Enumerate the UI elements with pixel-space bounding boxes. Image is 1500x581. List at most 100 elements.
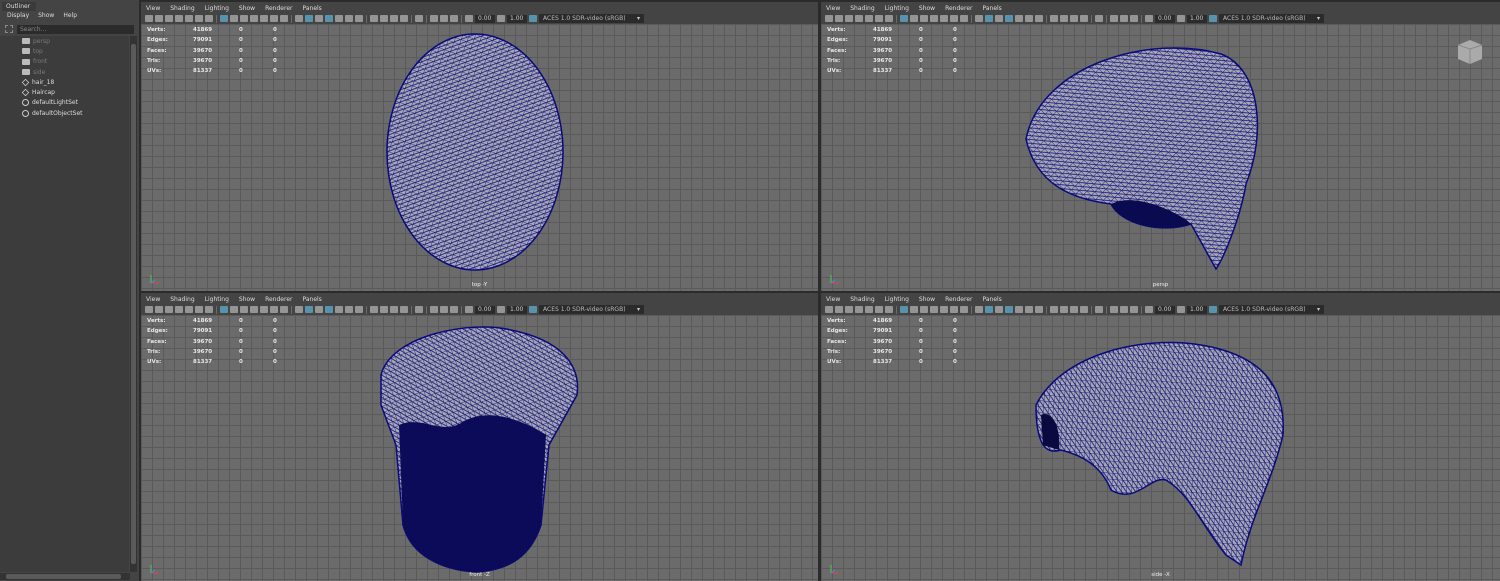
toolbar-button-icon[interactable] [315, 306, 323, 313]
toolbar-button-icon[interactable] [165, 15, 173, 22]
viewport-menu-shading[interactable]: Shading [170, 296, 194, 304]
toolbar-button-icon[interactable] [1070, 306, 1078, 313]
toolbar-button-icon[interactable] [1110, 306, 1118, 313]
toolbar-button-icon[interactable] [950, 15, 958, 22]
toolbar-button-icon[interactable] [1110, 15, 1118, 22]
toolbar-button-icon[interactable] [825, 306, 833, 313]
toolbar-button-icon[interactable] [390, 15, 398, 22]
toolbar-button-icon[interactable] [995, 306, 1003, 313]
gamma-field[interactable]: 1.00 [1187, 14, 1207, 23]
menu-help[interactable]: Help [63, 12, 77, 22]
exposure-field[interactable]: 0.00 [475, 14, 495, 23]
toolbar-button-icon[interactable] [400, 306, 408, 313]
toolbar-button-icon[interactable] [875, 306, 883, 313]
toolbar-button-icon[interactable] [145, 306, 153, 313]
outliner-item[interactable]: hair_18 [0, 77, 129, 87]
toolbar-button-icon[interactable] [415, 306, 423, 313]
toolbar-button-icon[interactable] [910, 306, 918, 313]
gamma-field[interactable]: 1.00 [507, 14, 527, 23]
toolbar-button-icon[interactable] [975, 306, 983, 313]
viewport-menu-shading[interactable]: Shading [170, 5, 194, 13]
viewport-menu-view[interactable]: View [146, 5, 160, 13]
toolbar-button-icon[interactable] [295, 15, 303, 22]
viewport-persp[interactable]: View Shading Lighting Show Renderer Panels 0.… [821, 2, 1500, 291]
exposure-field[interactable]: 0.00 [475, 305, 495, 314]
toolbar-button-icon[interactable] [885, 306, 893, 313]
toolbar-button-icon[interactable] [345, 306, 353, 313]
toolbar-button-icon[interactable] [930, 306, 938, 313]
viewport-canvas[interactable]: Verts: 41869 0 0 Edges: 79091 0 0 Faces: 39670 0 0 T… [821, 24, 1500, 291]
toolbar-button-icon[interactable] [240, 15, 248, 22]
toolbar-button-icon[interactable] [430, 15, 438, 22]
toolbar-button-icon[interactable] [1025, 15, 1033, 22]
toolbar-button-icon[interactable] [885, 15, 893, 22]
toolbar-button-icon[interactable] [1060, 15, 1068, 22]
toolbar-button-icon[interactable] [280, 306, 288, 313]
toolbar-button-icon[interactable] [845, 306, 853, 313]
toolbar-button-icon[interactable] [1095, 15, 1103, 22]
toolbar-button-icon[interactable] [1070, 15, 1078, 22]
toolbar-button-icon[interactable] [390, 306, 398, 313]
toolbar-button-icon[interactable] [1080, 306, 1088, 313]
toolbar-button-icon[interactable] [1130, 306, 1138, 313]
gamma-icon[interactable] [497, 15, 505, 22]
viewport-menu-lighting[interactable]: Lighting [205, 5, 229, 13]
toolbar-button-icon[interactable] [985, 306, 993, 313]
color-management-icon[interactable] [529, 15, 537, 22]
toolbar-button-icon[interactable] [415, 15, 423, 22]
toolbar-button-icon[interactable] [855, 15, 863, 22]
toolbar-button-icon[interactable] [165, 306, 173, 313]
gamma-field[interactable]: 1.00 [507, 305, 527, 314]
viewport-menu-panels[interactable]: Panels [302, 5, 321, 13]
toolbar-button-icon[interactable] [270, 306, 278, 313]
toolbar-button-icon[interactable] [185, 306, 193, 313]
toolbar-button-icon[interactable] [1120, 15, 1128, 22]
toolbar-button-icon[interactable] [465, 306, 473, 313]
toolbar-button-icon[interactable] [240, 306, 248, 313]
toolbar-button-icon[interactable] [875, 15, 883, 22]
viewport-menu-show[interactable]: Show [919, 5, 935, 13]
toolbar-button-icon[interactable] [1015, 15, 1023, 22]
toolbar-button-icon[interactable] [1095, 306, 1103, 313]
color-space-dropdown[interactable]: ACES 1.0 SDR-video (sRGB) ▾ [1219, 305, 1324, 314]
viewport-canvas[interactable]: Verts: 41869 0 0 Edges: 79091 0 0 Faces: 39670 0 0 T… [821, 315, 1500, 581]
viewport-menu-show[interactable]: Show [919, 296, 935, 304]
toolbar-button-icon[interactable] [835, 306, 843, 313]
toolbar-button-icon[interactable] [1035, 15, 1043, 22]
toolbar-button-icon[interactable] [835, 15, 843, 22]
viewport-menu-show[interactable]: Show [239, 296, 255, 304]
toolbar-button-icon[interactable] [1015, 306, 1023, 313]
toolbar-button-icon[interactable] [315, 15, 323, 22]
toolbar-button-icon[interactable] [430, 306, 438, 313]
viewport-menu-panels[interactable]: Panels [302, 296, 321, 304]
viewport-menu-renderer[interactable]: Renderer [945, 296, 972, 304]
toolbar-button-icon[interactable] [975, 15, 983, 22]
toolbar-button-icon[interactable] [1005, 15, 1013, 22]
toolbar-button-icon[interactable] [865, 306, 873, 313]
toolbar-button-icon[interactable] [900, 15, 908, 22]
outliner-item[interactable]: front [0, 57, 129, 67]
toolbar-button-icon[interactable] [450, 306, 458, 313]
viewport-canvas[interactable]: Verts: 41869 0 0 Edges: 79091 0 0 Faces: 39670 0 0 T… [141, 24, 818, 291]
toolbar-button-icon[interactable] [1080, 15, 1088, 22]
toolbar-button-icon[interactable] [295, 306, 303, 313]
toolbar-button-icon[interactable] [270, 15, 278, 22]
toolbar-button-icon[interactable] [370, 306, 378, 313]
toolbar-button-icon[interactable] [900, 306, 908, 313]
toolbar-button-icon[interactable] [305, 306, 313, 313]
toolbar-button-icon[interactable] [175, 306, 183, 313]
toolbar-button-icon[interactable] [865, 15, 873, 22]
viewport-menu-shading[interactable]: Shading [850, 296, 874, 304]
toolbar-button-icon[interactable] [400, 15, 408, 22]
toolbar-button-icon[interactable] [825, 15, 833, 22]
toolbar-button-icon[interactable] [355, 15, 363, 22]
gamma-icon[interactable] [1177, 15, 1185, 22]
color-management-icon[interactable] [1209, 306, 1217, 313]
toolbar-button-icon[interactable] [370, 15, 378, 22]
toolbar-button-icon[interactable] [440, 306, 448, 313]
toolbar-button-icon[interactable] [205, 15, 213, 22]
toolbar-button-icon[interactable] [920, 306, 928, 313]
toolbar-button-icon[interactable] [250, 15, 258, 22]
toolbar-button-icon[interactable] [1120, 306, 1128, 313]
toolbar-button-icon[interactable] [960, 306, 968, 313]
